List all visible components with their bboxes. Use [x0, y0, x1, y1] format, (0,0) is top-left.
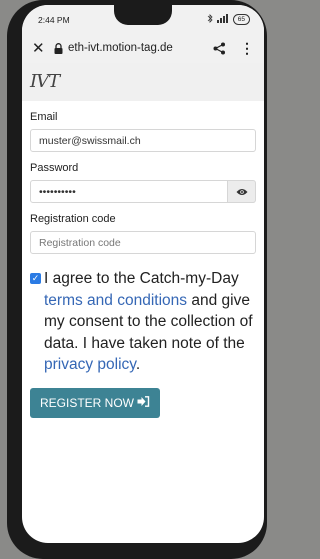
- password-row: ••••••••••: [30, 180, 256, 203]
- browser-url-bar: ✕ eth-ivt.motion-tag.de ⋮: [22, 33, 264, 63]
- site-header: IVT: [22, 63, 264, 101]
- registration-code-label: Registration code: [30, 213, 116, 225]
- battery-icon: 65: [232, 14, 250, 25]
- privacy-link[interactable]: privacy policy: [44, 356, 136, 373]
- status-bar: 2:44 PM 65: [22, 5, 264, 33]
- consent-text: I agree to the Catch-my-Day terms and co…: [44, 268, 256, 376]
- ivt-logo: IVT: [30, 71, 60, 92]
- email-field[interactable]: muster@swissmail.ch: [30, 129, 256, 152]
- register-button-label: REGISTER NOW: [40, 395, 135, 410]
- status-icons: 65: [207, 14, 250, 25]
- consent-text-1: I agree to the Catch-my-Day: [44, 270, 239, 287]
- share-icon[interactable]: [213, 42, 226, 55]
- register-button[interactable]: REGISTER NOW: [30, 387, 161, 418]
- registration-form: Email muster@swissmail.ch Password •••••…: [22, 111, 264, 418]
- consent-checkbox[interactable]: ✓: [30, 273, 41, 284]
- eye-icon[interactable]: [228, 180, 256, 203]
- sign-in-icon: [134, 395, 150, 410]
- camera-notch: [114, 5, 172, 25]
- registration-code-field[interactable]: Registration code: [30, 231, 256, 254]
- signal-icon: [216, 14, 229, 25]
- url-text[interactable]: eth-ivt.motion-tag.de: [68, 42, 213, 54]
- consent-row: ✓ I agree to the Catch-my-Day terms and …: [30, 268, 256, 376]
- screen: 2:44 PM 65 ✕ eth-ivt.motion-tag.de ⋮ IVT…: [22, 5, 264, 543]
- phone-frame: 2:44 PM 65 ✕ eth-ivt.motion-tag.de ⋮ IVT…: [7, 0, 267, 559]
- bluetooth-icon: [207, 14, 213, 25]
- lock-icon[interactable]: [54, 42, 63, 54]
- password-label: Password: [30, 162, 79, 174]
- overflow-menu-icon[interactable]: ⋮: [240, 41, 254, 55]
- close-icon[interactable]: ✕: [32, 39, 54, 57]
- terms-link[interactable]: terms and conditions: [44, 292, 187, 309]
- email-label: Email: [30, 111, 58, 123]
- password-field[interactable]: ••••••••••: [30, 180, 228, 203]
- status-time: 2:44 PM: [38, 15, 70, 25]
- consent-text-3: .: [135, 356, 141, 373]
